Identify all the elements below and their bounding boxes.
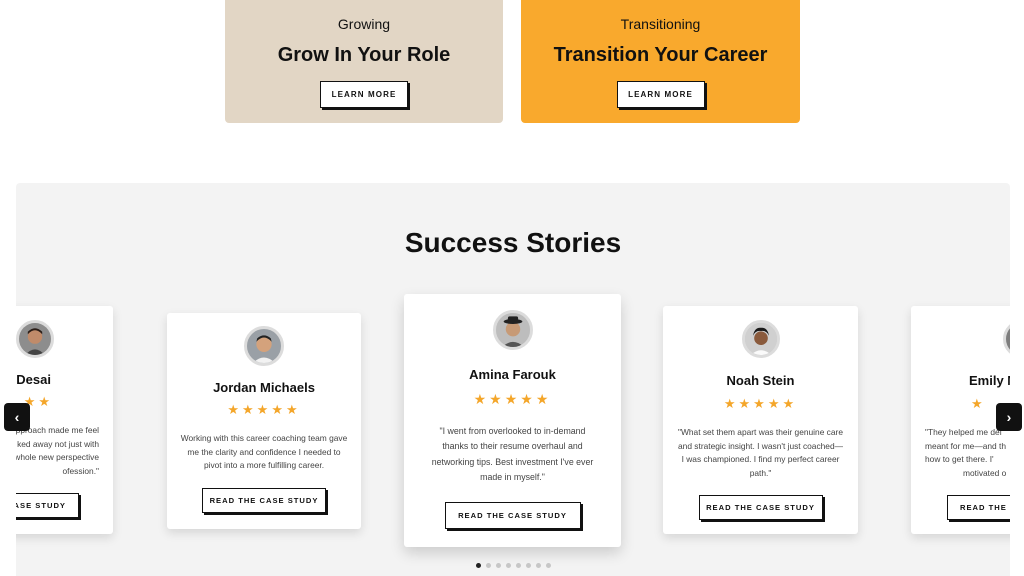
testimonial-name: Emily N [969,373,1010,388]
chevron-left-icon: ‹ [14,409,20,425]
testimonial-card-noah: Noah Stein ★★★★★ "What set them apart wa… [663,306,858,534]
carousel-dot[interactable] [516,563,521,568]
testimonial-quote: pproach made me feel ked away not just wi… [16,425,99,476]
carousel-dot[interactable] [496,563,501,568]
carousel-dot[interactable] [526,563,531,568]
read-case-study-button[interactable]: READ THE CASE STUDY [202,488,326,513]
testimonial-card-jordan: Jordan Michaels ★★★★★ Working with this … [167,313,361,529]
growing-card: Growing Grow In Your Role LEARN MORE [225,0,503,123]
carousel-pagination [476,563,551,568]
rating-stars: ★★★★★ [227,402,301,417]
carousel-prev-button[interactable]: ‹ [4,403,30,431]
testimonial-quote: "I went from overlooked to in-demand than… [431,426,594,483]
avatar [244,326,284,366]
read-case-study-button[interactable]: ASE STUDY [16,493,79,518]
card-eyebrow: Growing [337,16,391,32]
avatar-photo [18,323,51,355]
testimonial-name: Noah Stein [726,373,795,388]
avatar [492,310,533,350]
avatar-photo [1006,323,1010,355]
read-case-study-button[interactable]: READ THE C [947,495,1010,520]
read-case-study-button[interactable]: READ THE CASE STUDY [444,502,581,529]
avatar [741,320,780,358]
avatar-photo [247,329,281,363]
carousel-dot[interactable] [506,563,511,568]
testimonial-quote: "What set them apart was their genuine c… [678,427,843,478]
carousel-dot[interactable] [546,563,551,568]
card-title: Transition Your Career [553,44,768,66]
avatar [16,320,54,358]
chevron-right-icon: › [1006,409,1012,425]
carousel-dot[interactable] [536,563,541,568]
testimonial-quote: Working with this career coaching team g… [180,433,348,471]
testimonial-name: Amina Farouk [469,367,556,382]
read-case-study-button[interactable]: READ THE CASE STUDY [698,495,823,520]
card-title: Grow In Your Role [277,44,451,66]
avatar-photo [495,313,530,347]
card-eyebrow: Transitioning [620,16,701,32]
rating-stars: ★★★★★ [723,396,798,411]
testimonial-card-amina: Amina Farouk ★★★★★ "I went from overlook… [404,294,621,547]
avatar [1003,320,1010,358]
testimonial-quote: "They helped me def meant for me—and th ho… [925,427,1007,478]
carousel-dot[interactable] [476,563,481,568]
carousel-next-button[interactable]: › [996,403,1022,431]
testimonial-name: Desai [16,372,51,387]
rating-stars: ★ [971,396,986,411]
carousel-dot[interactable] [486,563,491,568]
transitioning-card: Transitioning Transition Your Career LEA… [521,0,800,123]
success-stories-section: Success Stories Desai ★★ pproach made me… [16,183,1010,576]
testimonial-card-desai: Desai ★★ pproach made me feel ked away no… [16,306,113,534]
avatar-photo [744,323,777,355]
learn-more-button[interactable]: LEARN MORE [320,81,408,108]
learn-more-button[interactable]: LEARN MORE [616,81,705,108]
rating-stars: ★★★★★ [473,391,552,407]
section-title: Success Stories [404,227,622,258]
testimonial-name: Jordan Michaels [213,380,315,395]
